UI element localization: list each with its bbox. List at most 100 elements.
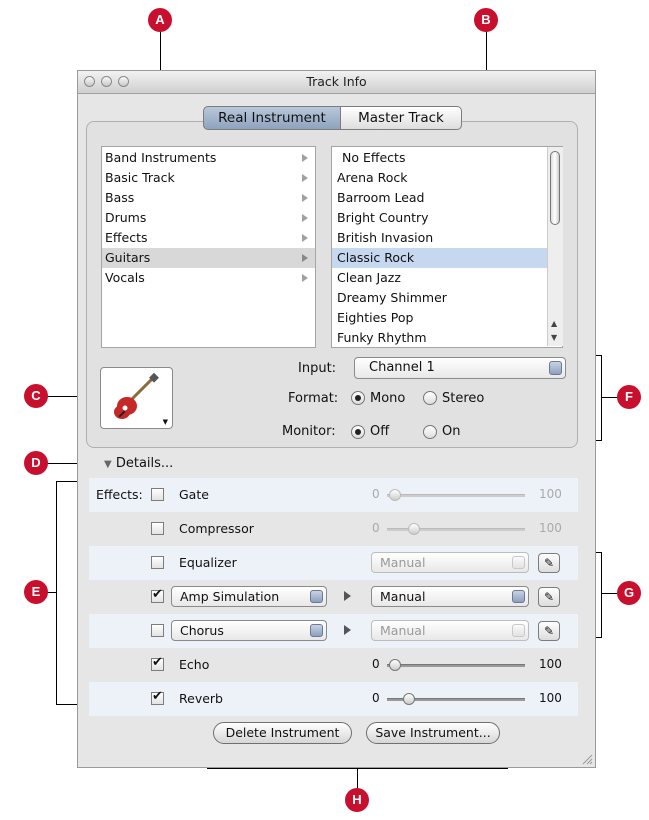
echo-min: 0: [372, 657, 380, 671]
title-bar[interactable]: Track Info: [78, 71, 595, 94]
monitor-off-radio[interactable]: [351, 425, 365, 439]
chorus-edit-button[interactable]: ✎: [538, 621, 560, 641]
format-stereo-radio[interactable]: [423, 391, 437, 405]
reverb-slider-knob[interactable]: [403, 693, 415, 705]
effect-row-gate: Effects: Gate 0 100: [89, 478, 578, 512]
compressor-slider-knob[interactable]: [408, 523, 420, 535]
scroll-thumb[interactable]: [550, 151, 560, 225]
gate-max: 100: [539, 487, 562, 501]
preset-item[interactable]: Bright Country: [337, 208, 429, 228]
scroll-down-icon[interactable]: ▼: [551, 333, 557, 342]
dropdown-triangle-icon: ▼: [162, 418, 168, 426]
equalizer-label: Equalizer: [179, 555, 237, 570]
effect-row-echo: Echo 0 100: [89, 648, 578, 682]
chorus-preset-select[interactable]: Manual: [371, 620, 529, 641]
format-mono-label: Mono: [370, 391, 406, 406]
chevron-right-icon: [302, 214, 308, 222]
monitor-on-radio[interactable]: [423, 425, 437, 439]
echo-label: Echo: [179, 657, 210, 672]
category-item[interactable]: Drums: [102, 208, 315, 228]
format-stereo-label: Stereo: [442, 391, 485, 406]
chorus-effect-select[interactable]: Chorus: [171, 620, 327, 641]
play-triangle-icon: [344, 591, 351, 601]
chorus-checkbox[interactable]: [151, 624, 164, 637]
effect-row-chorus: Chorus Manual ✎: [89, 614, 578, 648]
preset-item[interactable]: Funky Rhythm: [337, 328, 427, 348]
format-label: Format:: [288, 391, 339, 406]
callout-b: B: [474, 8, 498, 32]
effects-panel: Effects: Gate 0 100 Compressor 0 100 Equ…: [89, 478, 578, 716]
echo-max: 100: [539, 657, 562, 671]
equalizer-preset-select[interactable]: Manual: [371, 552, 529, 573]
preset-item[interactable]: Barroom Lead: [337, 188, 425, 208]
callout-g-vert: [601, 552, 602, 637]
amp-edit-button[interactable]: ✎: [538, 587, 560, 607]
amp-effect-select[interactable]: Amp Simulation: [171, 586, 327, 607]
echo-slider-knob[interactable]: [389, 659, 401, 671]
gate-checkbox[interactable]: [151, 488, 164, 501]
preset-item[interactable]: Dreamy Shimmer: [337, 288, 447, 308]
details-disclosure[interactable]: ▼ Details...: [104, 456, 173, 471]
preset-item[interactable]: Eighties Pop: [337, 308, 413, 328]
format-mono-radio[interactable]: [351, 391, 365, 405]
compressor-min: 0: [372, 521, 380, 535]
reverb-label: Reverb: [179, 691, 223, 706]
callout-e: E: [24, 580, 48, 604]
resize-grip-icon[interactable]: [581, 753, 593, 765]
gate-label: Gate: [179, 487, 209, 502]
save-instrument-button[interactable]: Save Instrument...: [366, 722, 500, 744]
compressor-checkbox[interactable]: [151, 522, 164, 535]
tab-master-track[interactable]: Master Track: [340, 106, 462, 130]
amp-preset-select[interactable]: Manual: [371, 586, 529, 607]
callout-a: A: [148, 8, 172, 32]
effect-row-compressor: Compressor 0 100: [89, 512, 578, 546]
tab-real-instrument[interactable]: Real Instrument: [203, 106, 341, 130]
scroll-up-icon[interactable]: ▲: [551, 319, 557, 328]
chevron-right-icon: [302, 274, 308, 282]
category-item[interactable]: Effects: [102, 228, 315, 248]
category-item[interactable]: Bass: [102, 188, 315, 208]
effect-row-equalizer: Equalizer Manual ✎: [89, 546, 578, 580]
preset-item[interactable]: British Invasion: [337, 228, 433, 248]
echo-slider[interactable]: [387, 664, 525, 667]
chevron-right-icon: [302, 234, 308, 242]
gate-min: 0: [372, 487, 380, 501]
reverb-checkbox[interactable]: [151, 689, 164, 705]
gate-slider-knob[interactable]: [389, 489, 401, 501]
echo-checkbox[interactable]: [151, 655, 164, 671]
play-triangle-icon: [344, 625, 351, 635]
callout-g: G: [617, 581, 641, 605]
equalizer-checkbox[interactable]: [151, 556, 164, 569]
monitor-on-label: On: [442, 424, 461, 439]
effect-row-amp-simulation: Amp Simulation Manual ✎: [89, 580, 578, 614]
delete-instrument-button[interactable]: Delete Instrument: [213, 722, 352, 744]
preset-item[interactable]: Arena Rock: [337, 168, 408, 188]
pencil-icon: ✎: [543, 624, 555, 638]
category-item[interactable]: Band Instruments: [102, 148, 315, 168]
gate-slider[interactable]: [387, 494, 525, 497]
preset-item-selected[interactable]: Classic Rock: [332, 248, 547, 268]
chevron-right-icon: [302, 174, 308, 182]
updown-arrows-icon: [512, 556, 525, 569]
monitor-label: Monitor:: [282, 424, 336, 439]
chevron-right-icon: [302, 194, 308, 202]
category-list[interactable]: Band Instruments Basic Track Bass Drums …: [101, 146, 316, 348]
category-item[interactable]: Vocals: [102, 268, 315, 288]
input-select[interactable]: Channel 1: [354, 357, 566, 379]
reverb-min: 0: [372, 691, 380, 705]
chevron-right-icon: [302, 254, 308, 262]
compressor-max: 100: [539, 521, 562, 535]
callout-h: H: [345, 788, 369, 812]
instrument-icon-button[interactable]: ▼: [100, 367, 173, 429]
pencil-icon: ✎: [543, 556, 555, 570]
preset-item[interactable]: No Effects: [342, 148, 405, 168]
equalizer-edit-button[interactable]: ✎: [538, 553, 560, 573]
input-label: Input:: [298, 361, 337, 376]
category-item[interactable]: Basic Track: [102, 168, 315, 188]
category-item-selected[interactable]: Guitars: [102, 248, 315, 268]
amp-checkbox[interactable]: [151, 587, 164, 603]
preset-item[interactable]: Clean Jazz: [337, 268, 401, 288]
preset-list[interactable]: No Effects Arena Rock Barroom Lead Brigh…: [331, 146, 563, 348]
preset-scrollbar[interactable]: ▲ ▼: [547, 147, 563, 346]
chevron-right-icon: [302, 154, 308, 162]
